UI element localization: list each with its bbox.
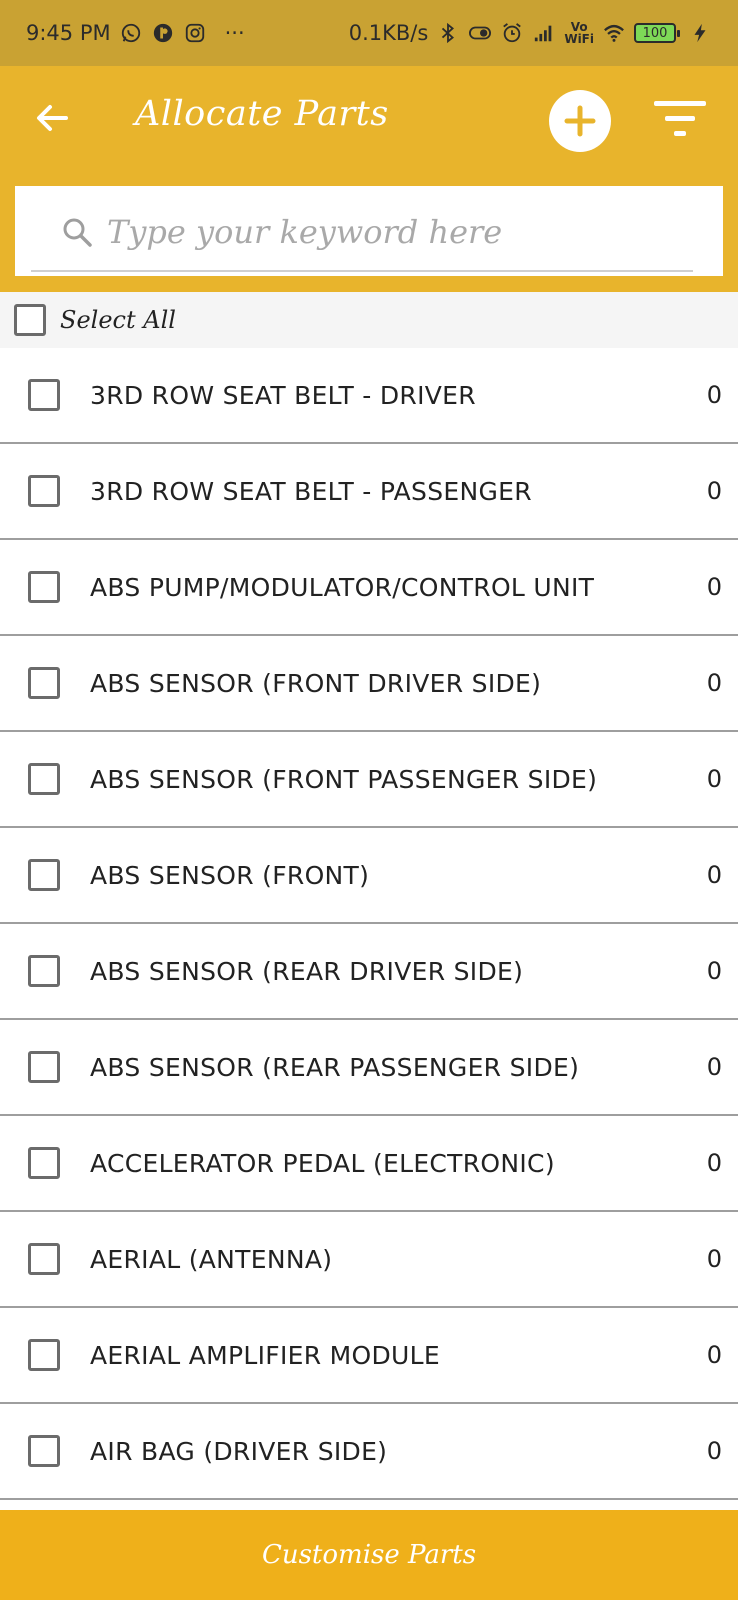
charging-icon [688,21,712,45]
part-checkbox[interactable] [28,1147,60,1179]
part-quantity: 0 [706,573,722,601]
list-item[interactable]: AIR BAG (DRIVER SIDE) 0 [0,1404,738,1500]
network-speed: 0.1KB/s [348,21,429,45]
part-checkbox[interactable] [28,1051,60,1083]
part-checkbox[interactable] [28,955,60,987]
back-button[interactable] [30,96,74,140]
search-input[interactable] [107,204,697,260]
instagram-icon [183,21,207,45]
battery-level: 100 [642,25,668,41]
part-quantity: 0 [706,1245,722,1273]
volte-indicator: Vo WiFi [564,21,594,45]
filter-button[interactable] [652,96,708,142]
alarm-icon [500,21,524,45]
volte-bottom: WiFi [564,32,594,46]
part-checkbox[interactable] [28,667,60,699]
list-item[interactable]: ABS SENSOR (FRONT PASSENGER SIDE) 0 [0,732,738,828]
part-checkbox[interactable] [28,1339,60,1371]
part-quantity: 0 [706,381,722,409]
part-quantity: 0 [706,1053,722,1081]
part-name: AERIAL (ANTENNA) [90,1244,333,1274]
page-title: Allocate Parts [135,94,389,134]
app-bar: Allocate Parts [0,66,738,172]
part-name: ABS SENSOR (FRONT PASSENGER SIDE) [90,764,598,794]
part-name: AIR BAG (DRIVER SIDE) [90,1436,388,1466]
whatsapp-icon [119,21,143,45]
part-quantity: 0 [706,669,722,697]
list-item[interactable]: 3RD ROW SEAT BELT - PASSENGER 0 [0,444,738,540]
part-checkbox[interactable] [28,1243,60,1275]
customise-parts-label: Customise Parts [261,1540,477,1570]
select-all-label: Select All [60,306,176,334]
part-quantity: 0 [706,765,722,793]
list-item[interactable]: AERIAL (ANTENNA) 0 [0,1212,738,1308]
list-item[interactable]: 3RD ROW SEAT BELT - DRIVER 0 [0,348,738,444]
part-checkbox[interactable] [28,475,60,507]
part-quantity: 0 [706,1149,722,1177]
part-quantity: 0 [706,1341,722,1369]
select-all-row[interactable]: Select All [0,292,738,348]
part-name: ACCELERATOR PEDAL (ELECTRONIC) [90,1148,555,1178]
search-icon [63,218,92,247]
customise-parts-button[interactable]: Customise Parts [0,1510,738,1600]
part-name: 3RD ROW SEAT BELT - DRIVER [90,380,476,410]
part-quantity: 0 [706,1437,722,1465]
add-part-button[interactable] [549,90,611,152]
part-name: 3RD ROW SEAT BELT - PASSENGER [90,476,532,506]
back-arrow-icon [37,105,68,131]
status-bar: 9:45 PM ··· 0.1KB/s Vo WiFi 100 [0,0,738,66]
list-item[interactable]: ABS SENSOR (FRONT DRIVER SIDE) 0 [0,636,738,732]
list-item[interactable]: ABS SENSOR (REAR PASSENGER SIDE) 0 [0,1020,738,1116]
part-checkbox[interactable] [28,859,60,891]
wifi-icon [602,21,626,45]
part-quantity: 0 [706,861,722,889]
app-icon [151,21,175,45]
plus-icon [564,105,596,137]
part-quantity: 0 [706,477,722,505]
toggle-icon [468,21,492,45]
filter-icon [654,101,706,136]
part-name: AERIAL AMPLIFIER MODULE [90,1340,440,1370]
list-item[interactable]: ABS PUMP/MODULATOR/CONTROL UNIT 0 [0,540,738,636]
status-time: 9:45 PM [26,21,111,45]
search-underline [31,270,693,272]
part-checkbox[interactable] [28,1435,60,1467]
search-box [15,186,723,276]
status-bar-right: 0.1KB/s Vo WiFi 100 [349,21,712,45]
part-name: ABS PUMP/MODULATOR/CONTROL UNIT [90,572,595,602]
part-name: ABS SENSOR (FRONT DRIVER SIDE) [90,668,542,698]
part-checkbox[interactable] [28,763,60,795]
signal-icon [532,21,556,45]
battery-icon: 100 [634,23,680,43]
select-all-checkbox[interactable] [14,304,46,336]
more-notifications: ··· [224,21,245,45]
part-quantity: 0 [706,957,722,985]
parts-list: 3RD ROW SEAT BELT - DRIVER 0 3RD ROW SEA… [0,348,738,1508]
part-name: ABS SENSOR (FRONT) [90,860,370,890]
bluetooth-icon [436,21,460,45]
list-item[interactable]: ABS SENSOR (REAR DRIVER SIDE) 0 [0,924,738,1020]
part-checkbox[interactable] [28,571,60,603]
status-bar-left: 9:45 PM ··· [26,21,245,45]
search-section [0,172,738,292]
list-item[interactable]: ACCELERATOR PEDAL (ELECTRONIC) 0 [0,1116,738,1212]
part-name: ABS SENSOR (REAR DRIVER SIDE) [90,956,524,986]
list-item[interactable]: AERIAL AMPLIFIER MODULE 0 [0,1308,738,1404]
list-item[interactable]: ABS SENSOR (FRONT) 0 [0,828,738,924]
part-name: ABS SENSOR (REAR PASSENGER SIDE) [90,1052,580,1082]
part-checkbox[interactable] [28,379,60,411]
